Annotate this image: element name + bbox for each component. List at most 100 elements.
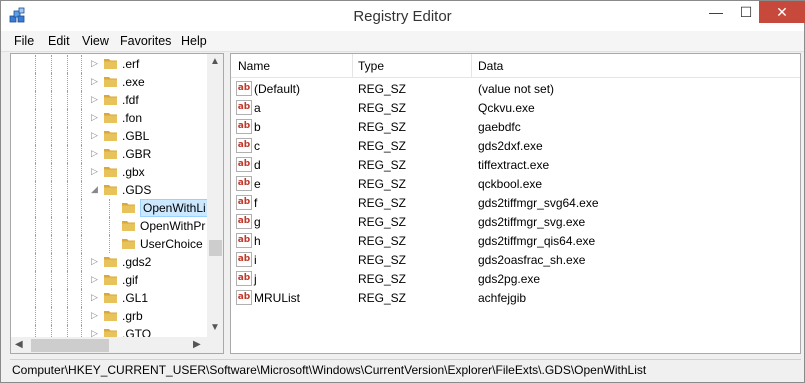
expand-arrow-icon[interactable]: ▷ [91, 166, 98, 177]
registry-key-tree[interactable]: ▷ .erf ▷ .exe ▷ .fdf ▷ .fon ▷ .GBL ▷ .GBR ▷ .gbx ◢ .GDS… [10, 53, 224, 354]
tree-node[interactable]: ▷ .exe [11, 73, 211, 91]
value-name-cell: h [254, 234, 261, 248]
tree-node[interactable]: ▷ .erf [11, 55, 211, 73]
tree-vertical-scroll-thumb[interactable] [209, 240, 222, 256]
tree-node[interactable]: ▷ .fon [11, 109, 211, 127]
tree-node-label[interactable]: .gbx [122, 165, 145, 179]
value-type-cell: REG_SZ [358, 272, 407, 286]
title-bar[interactable]: Registry Editor — ☐ ✕ [1, 1, 805, 31]
value-data-cell: gaebdfc [478, 120, 521, 134]
expand-arrow-icon[interactable]: ▷ [91, 112, 98, 123]
expand-arrow-icon[interactable]: ▷ [91, 148, 98, 159]
value-name-cell: a [254, 101, 261, 115]
folder-icon [104, 311, 117, 321]
registry-value-row[interactable]: ab d REG_SZ tiffextract.exe [231, 155, 800, 174]
tree-node-label[interactable]: .exe [122, 75, 145, 89]
close-button[interactable]: ✕ [759, 1, 805, 23]
value-type-cell: REG_SZ [358, 253, 407, 267]
tree-guide-line [81, 145, 82, 163]
tree-node-label[interactable]: OpenWithLi [140, 199, 209, 217]
tree-vertical-scrollbar[interactable]: ▲ ▼ [207, 54, 223, 337]
tree-guide-line [35, 127, 36, 145]
column-header-name[interactable]: Name [238, 59, 270, 73]
registry-value-row[interactable]: ab e REG_SZ qckbool.exe [231, 174, 800, 193]
tree-node[interactable]: OpenWithLi [11, 199, 211, 217]
scroll-up-icon[interactable]: ▲ [210, 56, 220, 67]
column-divider[interactable] [352, 54, 353, 78]
tree-node[interactable]: ◢ .GDS [11, 181, 211, 199]
tree-guide-line [35, 91, 36, 109]
tree-node-label[interactable]: UserChoice [140, 237, 203, 251]
registry-value-row[interactable]: ab (Default) REG_SZ (value not set) [231, 79, 800, 98]
tree-node-label[interactable]: .fon [122, 111, 142, 125]
tree-horizontal-scrollbar[interactable]: ◀ ▶ [11, 337, 207, 353]
tree-guide-line [51, 91, 52, 109]
registry-value-row[interactable]: ab i REG_SZ gds2oasfrac_sh.exe [231, 250, 800, 269]
maximize-button[interactable]: ☐ [731, 1, 761, 23]
registry-value-row[interactable]: ab c REG_SZ gds2dxf.exe [231, 136, 800, 155]
registry-value-row[interactable]: ab MRUList REG_SZ achfejgib [231, 288, 800, 307]
registry-values-list[interactable]: Name Type Data ab (Default) REG_SZ (value n… [230, 53, 801, 354]
scroll-left-icon[interactable]: ◀ [15, 339, 23, 350]
tree-node-label[interactable]: .GBL [122, 129, 149, 143]
registry-value-row[interactable]: ab g REG_SZ gds2tiffmgr_svg.exe [231, 212, 800, 231]
tree-node-label[interactable]: .GBR [122, 147, 151, 161]
string-value-icon: ab [236, 81, 252, 96]
tree-guide-line [67, 55, 68, 73]
tree-node-label[interactable]: .GDS [122, 183, 151, 197]
tree-node-label[interactable]: .GL1 [122, 291, 148, 305]
tree-guide-line [67, 145, 68, 163]
value-data-cell: gds2tiffmgr_qis64.exe [478, 234, 596, 248]
tree-node[interactable]: ▷ .gds2 [11, 253, 211, 271]
tree-guide-line [67, 271, 68, 289]
value-data-cell: tiffextract.exe [478, 158, 550, 172]
expand-arrow-icon[interactable]: ▷ [91, 274, 98, 285]
tree-node[interactable]: ▷ .gbx [11, 163, 211, 181]
menu-file[interactable]: File [14, 34, 34, 48]
menu-edit[interactable]: Edit [48, 34, 70, 48]
tree-node[interactable]: UserChoice [11, 235, 211, 253]
tree-node[interactable]: ▷ .fdf [11, 91, 211, 109]
tree-guide-line [109, 235, 110, 253]
menu-help[interactable]: Help [181, 34, 207, 48]
expand-arrow-icon[interactable]: ▷ [91, 94, 98, 105]
tree-node[interactable]: ▷ .GBR [11, 145, 211, 163]
minimize-button[interactable]: — [701, 1, 731, 23]
tree-node-label[interactable]: .gds2 [122, 255, 151, 269]
tree-node[interactable]: OpenWithPr [11, 217, 211, 235]
tree-node[interactable]: ▷ .gif [11, 271, 211, 289]
tree-node-label[interactable]: .gif [122, 273, 138, 287]
registry-value-row[interactable]: ab j REG_SZ gds2pg.exe [231, 269, 800, 288]
menu-favorites[interactable]: Favorites [120, 34, 171, 48]
registry-value-row[interactable]: ab b REG_SZ gaebdfc [231, 117, 800, 136]
tree-node-label[interactable]: .fdf [122, 93, 139, 107]
tree-node-label[interactable]: .grb [122, 309, 143, 323]
expand-arrow-icon[interactable]: ▷ [91, 292, 98, 303]
expand-arrow-icon[interactable]: ▷ [91, 130, 98, 141]
expand-arrow-icon[interactable]: ▷ [91, 58, 98, 69]
tree-guide-line [51, 217, 52, 235]
scroll-down-icon[interactable]: ▼ [210, 322, 220, 333]
scroll-right-icon[interactable]: ▶ [193, 339, 201, 350]
expand-arrow-icon[interactable]: ▷ [91, 310, 98, 321]
folder-icon [104, 149, 117, 159]
tree-guide-line [35, 199, 36, 217]
registry-value-row[interactable]: ab a REG_SZ Qckvu.exe [231, 98, 800, 117]
expand-arrow-icon[interactable]: ▷ [91, 76, 98, 87]
registry-value-row[interactable]: ab h REG_SZ gds2tiffmgr_qis64.exe [231, 231, 800, 250]
column-header-data[interactable]: Data [478, 59, 503, 73]
tree-horizontal-scroll-thumb[interactable] [31, 339, 109, 352]
menu-view[interactable]: View [82, 34, 109, 48]
tree-guide-line [109, 217, 110, 235]
column-divider[interactable] [471, 54, 472, 78]
column-header-type[interactable]: Type [358, 59, 384, 73]
registry-value-row[interactable]: ab f REG_SZ gds2tiffmgr_svg64.exe [231, 193, 800, 212]
expand-arrow-icon[interactable]: ▷ [91, 256, 98, 267]
tree-node[interactable]: ▷ .GBL [11, 127, 211, 145]
tree-node-label[interactable]: .erf [122, 57, 139, 71]
tree-node[interactable]: ▷ .GL1 [11, 289, 211, 307]
tree-guide-line [35, 109, 36, 127]
tree-node[interactable]: ▷ .grb [11, 307, 211, 325]
collapse-arrow-icon[interactable]: ◢ [91, 184, 98, 195]
tree-node-label[interactable]: OpenWithPr [140, 219, 205, 233]
